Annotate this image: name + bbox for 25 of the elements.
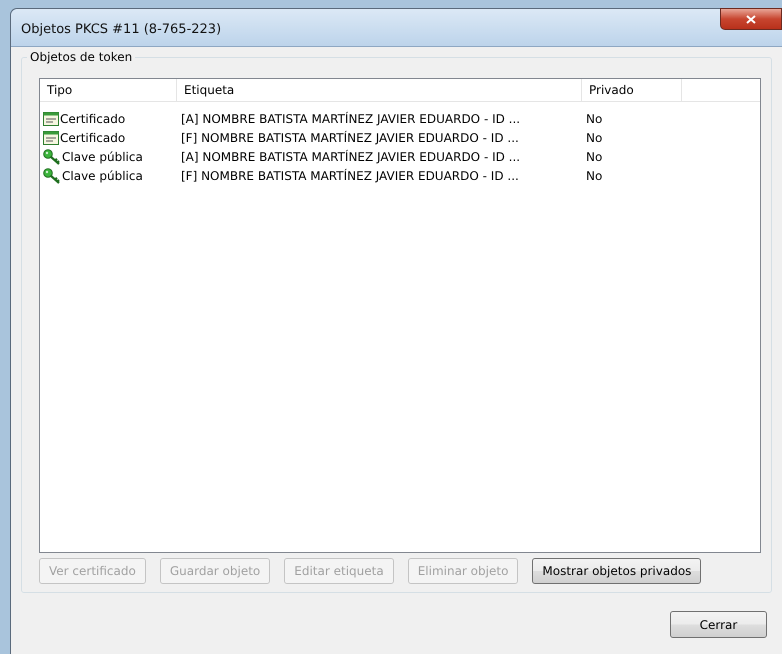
column-header[interactable]: Tipo — [40, 79, 177, 101]
table-cell-text: [A] NOMBRE BATISTA MARTÍNEZ JAVIER EDUARDO - ID ... — [180, 150, 522, 164]
window-title: Objetos PKCS #11 (8-765-223) — [21, 22, 222, 37]
table-cell-text: [A] NOMBRE BATISTA MARTÍNEZ JAVIER EDUARDO - ID ... — [180, 112, 522, 126]
certificate-icon — [43, 130, 59, 144]
table-cell-text: [F] NOMBRE BATISTA MARTÍNEZ JAVIER EDUARDO - ID ... — [180, 168, 520, 182]
table-cell-text: No — [585, 112, 604, 126]
table-cell[interactable]: Certificado — [60, 130, 126, 144]
group-title: Objetos de token — [27, 50, 136, 64]
column-header[interactable]: Privado — [582, 79, 682, 101]
key-icon — [43, 168, 61, 184]
table-cell-text: No — [585, 150, 604, 164]
close-button[interactable]: Cerrar — [670, 611, 767, 638]
key-icon — [43, 148, 61, 164]
table-cell[interactable]: Clave pública — [62, 168, 143, 182]
close-button[interactable] — [720, 8, 782, 30]
close-icon — [746, 14, 756, 24]
table-cell[interactable]: Clave pública — [62, 150, 143, 164]
column-header[interactable]: Etiqueta — [177, 79, 582, 101]
action-button[interactable]: Mostrar objetos privados — [532, 558, 702, 584]
certificate-icon — [43, 112, 59, 126]
table-cell-text: No — [585, 130, 604, 144]
table-cell[interactable]: Certificado — [60, 112, 126, 126]
table-cell-text: [F] NOMBRE BATISTA MARTÍNEZ JAVIER EDUARDO - ID ... — [180, 130, 520, 144]
table-cell-text: No — [585, 168, 604, 182]
